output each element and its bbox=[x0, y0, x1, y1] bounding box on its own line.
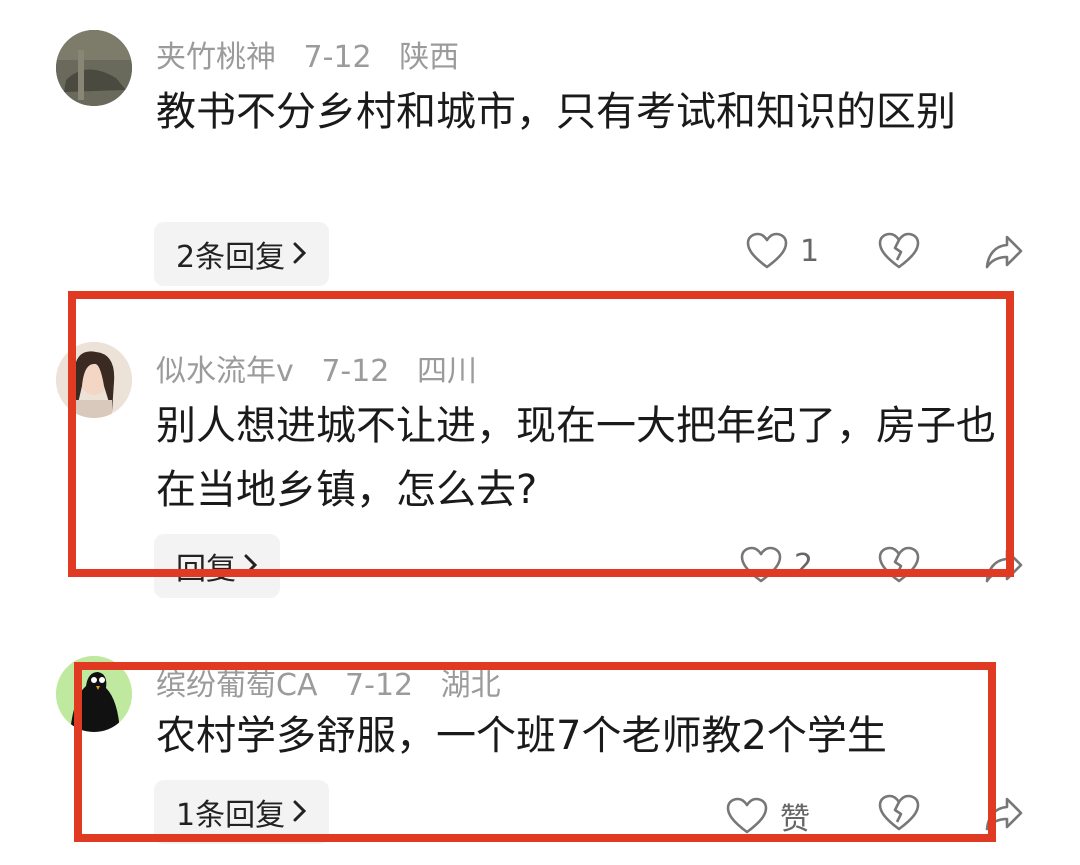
comment-text: 农村学多舒服，一个班7个老师教2个学生 bbox=[156, 713, 887, 759]
comment-date: 7-12 bbox=[345, 668, 414, 703]
share-arrow-icon bbox=[984, 796, 1024, 832]
like-count: 赞 bbox=[780, 802, 810, 837]
heart-icon bbox=[726, 797, 768, 835]
avatar[interactable] bbox=[56, 656, 132, 732]
broken-heart-icon bbox=[878, 794, 920, 832]
comment-meta: 缤纷葡萄CA 7-12 湖北 bbox=[156, 660, 519, 704]
username[interactable]: 缤纷葡萄CA bbox=[156, 668, 317, 703]
comment-3: 缤纷葡萄CA 7-12 湖北 农村学多舒服，一个班7个老师教2个学生 1条回复 … bbox=[0, 0, 1080, 865]
dislike-button[interactable] bbox=[878, 794, 920, 832]
reply-label: 1条回复 bbox=[176, 798, 286, 833]
chevron-right-icon bbox=[293, 796, 307, 829]
share-button[interactable] bbox=[984, 796, 1024, 832]
reply-button[interactable]: 1条回复 bbox=[154, 780, 330, 844]
comment-location: 湖北 bbox=[440, 668, 501, 703]
like-button[interactable]: 赞 bbox=[726, 794, 810, 838]
